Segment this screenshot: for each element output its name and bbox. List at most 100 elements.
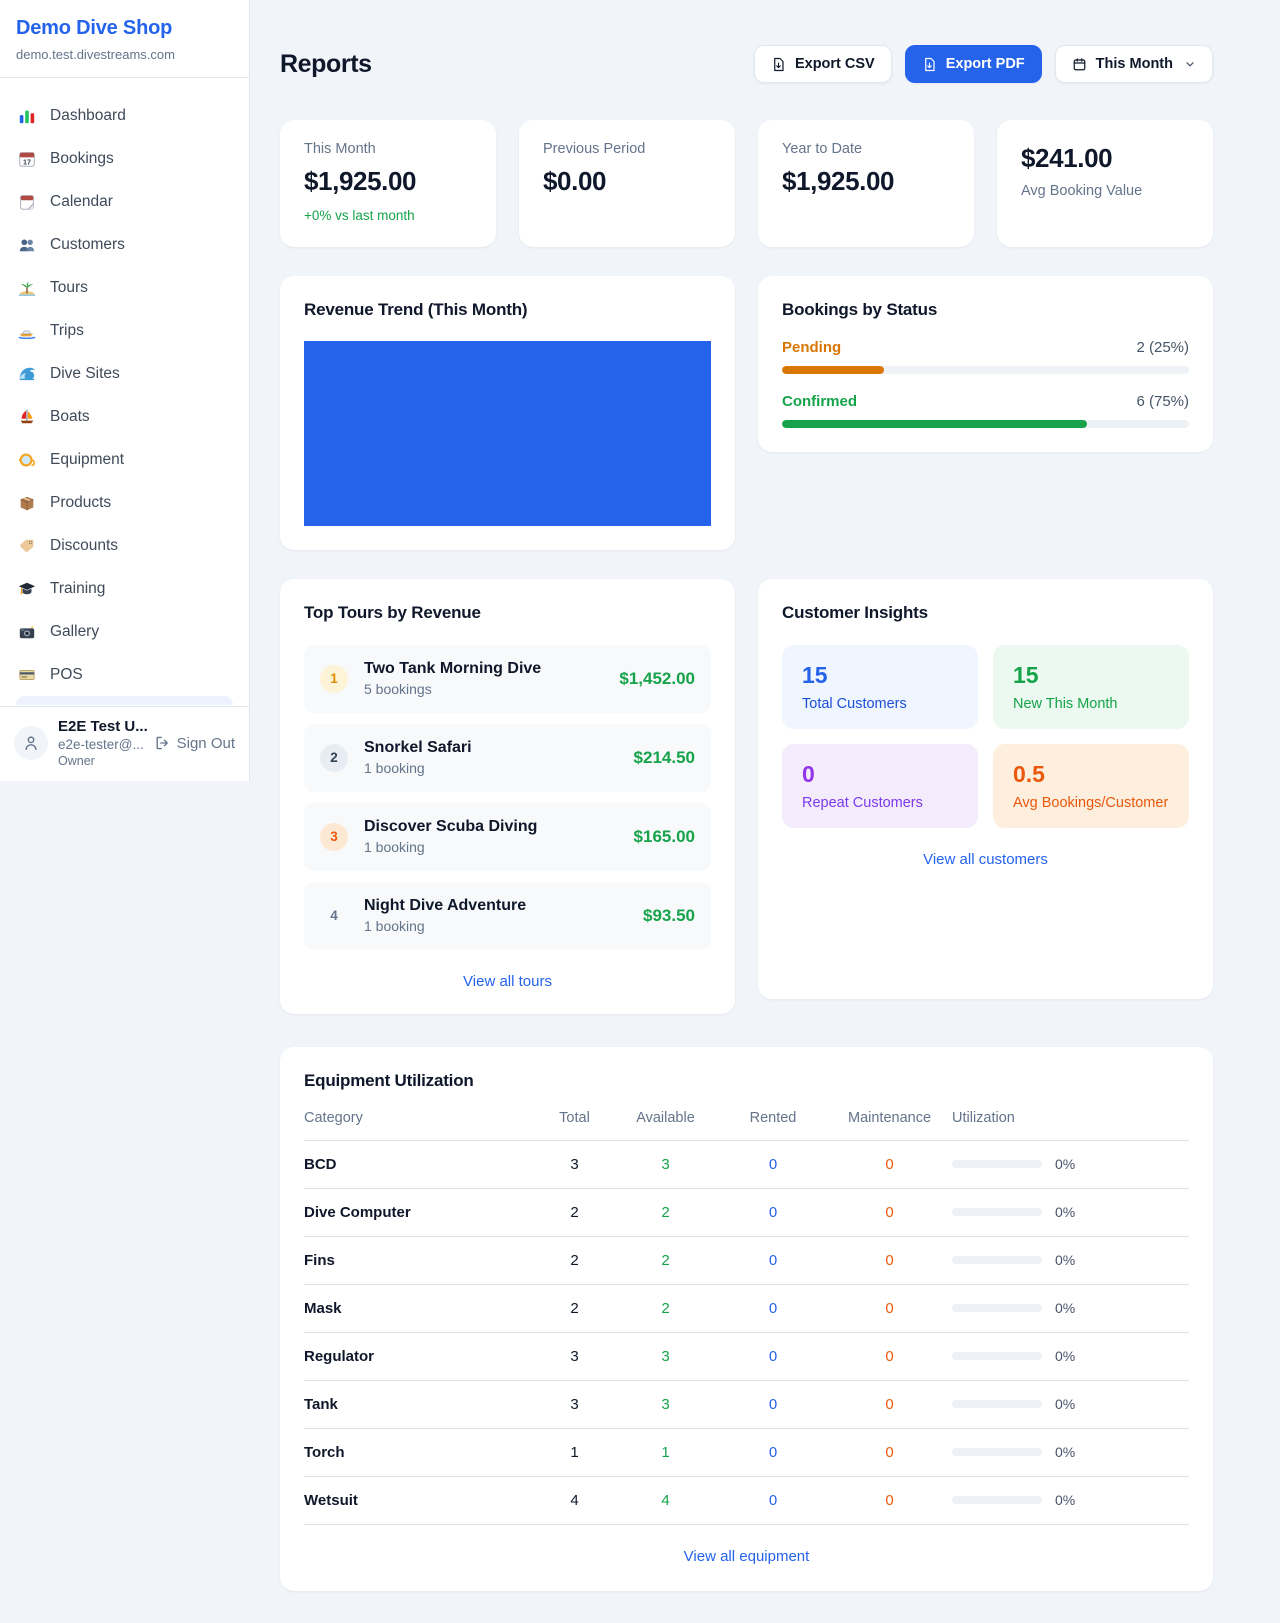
stat-label: Year to Date <box>782 141 950 157</box>
export-csv-button[interactable]: Export CSV <box>754 45 892 83</box>
cell-available: 3 <box>612 1156 719 1173</box>
sidebar-item-bookings[interactable]: 17 Bookings <box>8 137 241 180</box>
tour-revenue: $1,452.00 <box>619 669 695 689</box>
utilization-bar <box>952 1160 1042 1168</box>
tour-revenue: $214.50 <box>634 748 695 768</box>
utilization-percent: 0% <box>1055 1396 1075 1412</box>
sidebar-item-reports-partial[interactable] <box>16 696 233 705</box>
calendar-date-icon: 17 <box>18 150 36 168</box>
sidebar-item-label: Gallery <box>50 623 99 641</box>
export-csv-label: Export CSV <box>795 56 875 72</box>
utilization-percent: 0% <box>1055 1252 1075 1268</box>
utilization-bar <box>952 1448 1042 1456</box>
sidebar-item-label: Boats <box>50 408 90 426</box>
view-all-tours-link[interactable]: View all tours <box>304 973 711 990</box>
tour-name: Snorkel Safari <box>364 739 472 757</box>
utilization-percent: 0% <box>1055 1156 1075 1172</box>
tour-list-item: 2 Snorkel Safari 1 booking $214.50 <box>304 724 711 792</box>
tile-label: Avg Bookings/Customer <box>1013 795 1169 811</box>
cell-rented: 0 <box>719 1396 827 1413</box>
tour-name: Night Dive Adventure <box>364 897 526 915</box>
period-label: This Month <box>1096 56 1173 72</box>
view-all-customers-link[interactable]: View all customers <box>782 851 1189 868</box>
cell-maintenance: 0 <box>827 1204 952 1221</box>
cell-maintenance: 0 <box>827 1492 952 1509</box>
cell-total: 2 <box>537 1204 612 1221</box>
user-role: Owner <box>58 754 144 768</box>
cell-total: 3 <box>537 1156 612 1173</box>
cell-available: 4 <box>612 1492 719 1509</box>
sidebar-item-training[interactable]: Training <box>8 567 241 610</box>
cell-rented: 0 <box>719 1156 827 1173</box>
table-row: Fins 2 2 0 0 0% <box>304 1237 1189 1285</box>
diving-mask-icon <box>18 451 36 469</box>
user-meta: E2E Test U... e2e-tester@... Owner <box>58 718 144 768</box>
tile-label: New This Month <box>1013 696 1169 712</box>
rank-badge: 1 <box>320 665 348 693</box>
cell-rented: 0 <box>719 1204 827 1221</box>
period-dropdown[interactable]: This Month <box>1055 45 1213 83</box>
top-tours-title: Top Tours by Revenue <box>304 603 711 623</box>
cell-total: 2 <box>537 1300 612 1317</box>
revenue-trend-chart <box>304 341 711 526</box>
sign-out-button[interactable]: Sign Out <box>154 735 235 752</box>
stat-card-previous-period: Previous Period $0.00 <box>519 120 735 247</box>
cell-utilization: 0% <box>952 1156 1189 1172</box>
main-content: Reports Export CSV Export PDF This Month <box>250 0 1280 1623</box>
sidebar-item-gallery[interactable]: Gallery <box>8 610 241 653</box>
person-icon <box>22 734 40 752</box>
sidebar-item-dive-sites[interactable]: Dive Sites <box>8 352 241 395</box>
table-row: Wetsuit 4 4 0 0 0% <box>304 1477 1189 1525</box>
export-pdf-button[interactable]: Export PDF <box>905 45 1042 83</box>
status-row-confirmed: Confirmed 6 (75%) <box>782 393 1189 428</box>
table-row: BCD 3 3 0 0 0% <box>304 1141 1189 1189</box>
sidebar-item-label: Training <box>50 580 105 598</box>
sidebar-item-products[interactable]: Products <box>8 481 241 524</box>
sidebar: Demo Dive Shop demo.test.divestreams.com… <box>0 0 250 781</box>
status-label: Pending <box>782 339 841 356</box>
bar-chart-icon <box>18 107 36 125</box>
table-row: Torch 1 1 0 0 0% <box>304 1429 1189 1477</box>
view-all-equipment-link[interactable]: View all equipment <box>304 1548 1189 1565</box>
sidebar-item-label: Calendar <box>50 193 113 211</box>
sidebar-item-trips[interactable]: Trips <box>8 309 241 352</box>
cell-category: Torch <box>304 1444 537 1461</box>
sidebar-item-dashboard[interactable]: Dashboard <box>8 94 241 137</box>
bookings-by-status-title: Bookings by Status <box>782 300 1189 320</box>
cell-rented: 0 <box>719 1348 827 1365</box>
sidebar-item-pos[interactable]: POS <box>8 653 241 696</box>
table-row: Regulator 3 3 0 0 0% <box>304 1333 1189 1381</box>
cell-available: 2 <box>612 1204 719 1221</box>
sidebar-nav: Dashboard 17 Bookings Calendar Customers… <box>0 78 249 706</box>
tile-avg-bookings-customer: 0.5 Avg Bookings/Customer <box>993 744 1189 828</box>
tile-value: 0.5 <box>1013 761 1169 788</box>
sidebar-item-label: Equipment <box>50 451 124 469</box>
cell-maintenance: 0 <box>827 1252 952 1269</box>
cell-utilization: 0% <box>952 1396 1189 1412</box>
utilization-bar <box>952 1208 1042 1216</box>
stat-card-year-to-date: Year to Date $1,925.00 <box>758 120 974 247</box>
user-name: E2E Test U... <box>58 718 144 735</box>
cell-category: Fins <box>304 1252 537 1269</box>
tour-list-item: 3 Discover Scuba Diving 1 booking $165.0… <box>304 803 711 871</box>
cell-category: Regulator <box>304 1348 537 1365</box>
tile-label: Total Customers <box>802 696 958 712</box>
page-title: Reports <box>280 50 372 79</box>
sidebar-item-label: Customers <box>50 236 125 254</box>
sidebar-item-calendar[interactable]: Calendar <box>8 180 241 223</box>
sidebar-item-customers[interactable]: Customers <box>8 223 241 266</box>
sidebar-item-discounts[interactable]: Discounts <box>8 524 241 567</box>
tile-new-this-month: 15 New This Month <box>993 645 1189 729</box>
sidebar-item-boats[interactable]: Boats <box>8 395 241 438</box>
sign-out-label: Sign Out <box>177 735 235 752</box>
sidebar-item-tours[interactable]: Tours <box>8 266 241 309</box>
shop-domain: demo.test.divestreams.com <box>16 47 233 62</box>
stat-value: $1,925.00 <box>304 166 472 197</box>
tour-name: Discover Scuba Diving <box>364 818 537 836</box>
insight-tiles: 15 Total Customers 15 New This Month 0 R… <box>782 645 1189 828</box>
sidebar-item-equipment[interactable]: Equipment <box>8 438 241 481</box>
tile-repeat-customers: 0 Repeat Customers <box>782 744 978 828</box>
svg-text:17: 17 <box>23 157 31 166</box>
cell-total: 2 <box>537 1252 612 1269</box>
cell-category: Tank <box>304 1396 537 1413</box>
